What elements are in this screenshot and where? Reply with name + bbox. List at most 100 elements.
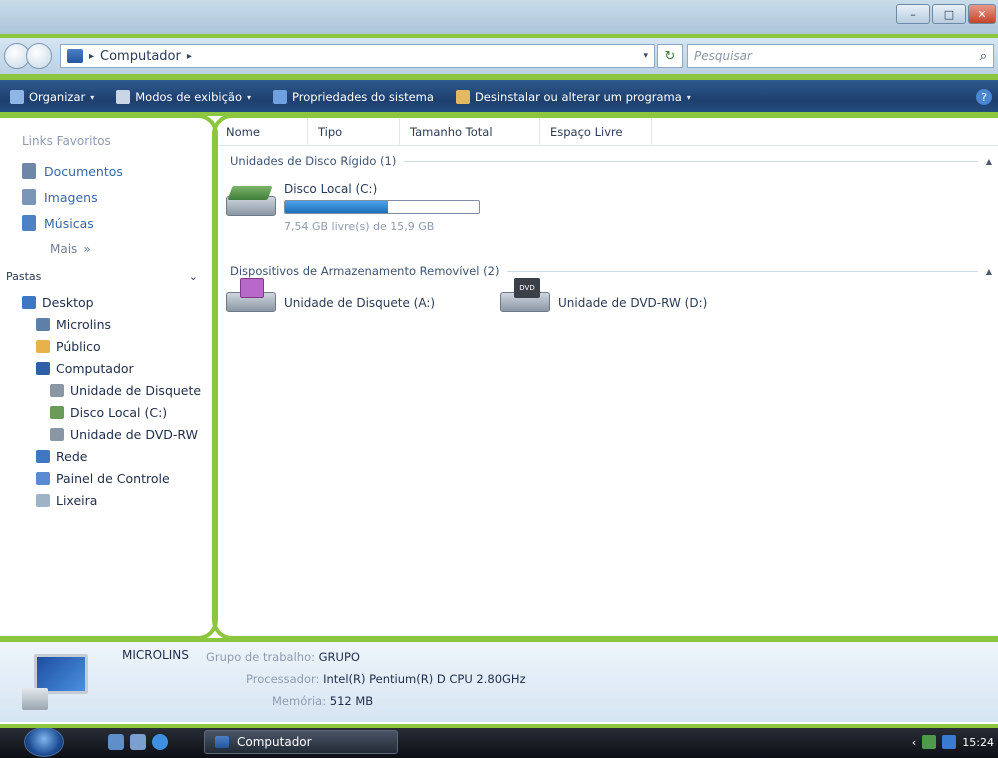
computer-icon (22, 654, 94, 710)
uninstall-icon (455, 90, 470, 104)
views-label: Modos de exibição (135, 90, 242, 104)
column-header-free-space[interactable]: Espaço Livre (540, 118, 652, 145)
memory-label: Memória: (272, 694, 327, 708)
chevron-down-icon: ▾ (686, 92, 691, 102)
column-header-total-size[interactable]: Tamanho Total (400, 118, 540, 145)
breadcrumb-arrow-icon[interactable]: ▸ (89, 51, 94, 62)
collapse-icon[interactable]: ▲ (986, 157, 992, 166)
processor-label: Processador: (246, 672, 320, 686)
organize-icon (10, 90, 24, 104)
free-space-text: 7,54 GB livre(s) de 15,9 GB (284, 220, 435, 233)
address-row: ▸ Computador ▸ ▾ ↻ Pesquisar ⌕ (0, 36, 998, 76)
search-icon[interactable]: ⌕ (980, 49, 987, 64)
organize-button[interactable]: Organizar ▾ (10, 90, 94, 104)
more-links[interactable]: Mais » (50, 242, 202, 256)
switch-windows-icon[interactable] (130, 734, 146, 750)
processor-row: Processador: Intel(R) Pentium(R) D CPU 2… (246, 672, 526, 686)
tree-item-label: Computador (56, 360, 134, 376)
clock[interactable]: 15:24 (962, 736, 994, 749)
tree-item-label: Desktop (42, 294, 94, 310)
group-divider (404, 160, 978, 162)
breadcrumb-computador[interactable]: Computador (100, 49, 181, 64)
floppy-drive-icon (50, 383, 64, 397)
network-icon (36, 449, 50, 463)
tree-item-label: Lixeira (56, 492, 98, 508)
folders-header[interactable]: Pastas ⌄ (6, 270, 202, 283)
tree-item-desktop[interactable]: Desktop (22, 291, 202, 313)
favorite-documentos[interactable]: Documentos (22, 158, 202, 184)
uninstall-program-button[interactable]: Desinstalar ou alterar um programa ▾ (455, 90, 691, 104)
favorite-imagens[interactable]: Imagens (22, 184, 202, 210)
details-pane: MICROLINS Grupo de trabalho: GRUPO Proce… (0, 642, 998, 722)
tree-item-local-disk[interactable]: Disco Local (C:) (22, 401, 202, 423)
tree-item-rede[interactable]: Rede (22, 445, 202, 467)
drive-dvd-d[interactable]: DVD Unidade de DVD-RW (D:) (500, 278, 707, 314)
title-bar: – □ ✕ (0, 0, 998, 36)
refresh-button[interactable]: ↻ (657, 44, 683, 68)
chevron-down-icon: ⌄ (188, 270, 198, 283)
capacity-bar-fill (285, 201, 388, 213)
address-dropdown-icon[interactable]: ▾ (643, 51, 648, 61)
network-tray-icon[interactable] (922, 735, 937, 749)
hard-drive-icon (50, 405, 64, 419)
collapse-icon[interactable]: ▲ (986, 267, 992, 276)
favorite-label: Imagens (44, 189, 98, 205)
documents-icon (22, 163, 36, 179)
column-header-name[interactable]: Nome (216, 118, 308, 145)
hard-drive-icon (226, 182, 276, 218)
views-button[interactable]: Modos de exibição ▾ (116, 90, 251, 104)
tree-item-label: Disco Local (C:) (70, 404, 168, 420)
address-bar[interactable]: ▸ Computador ▸ ▾ (60, 44, 655, 68)
tree-item-publico[interactable]: Público (22, 335, 202, 357)
column-header-type[interactable]: Tipo (308, 118, 400, 145)
tree-item-control-panel[interactable]: Painel de Controle (22, 467, 202, 489)
tree-item-label: Público (56, 338, 101, 354)
group-divider (507, 270, 978, 272)
favorites-title: Links Favoritos (22, 134, 111, 148)
music-icon (22, 215, 36, 231)
minimize-button[interactable]: – (896, 4, 930, 24)
recycle-bin-icon (36, 493, 50, 507)
forward-button[interactable] (26, 43, 52, 69)
file-list-pane: Nome Tipo Tamanho Total Espaço Livre Uni… (216, 118, 998, 638)
more-label: Mais (50, 242, 78, 256)
tree-item-label: Painel de Controle (56, 470, 170, 486)
taskbar-button-label: Computador (237, 735, 312, 749)
views-icon (116, 90, 131, 104)
drive-floppy-a[interactable]: Unidade de Disquete (A:) (226, 278, 435, 314)
internet-explorer-icon[interactable] (152, 734, 168, 750)
tree-item-microlins[interactable]: Microlins (22, 313, 202, 335)
favorite-musicas[interactable]: Músicas (22, 210, 202, 236)
workgroup-row: Grupo de trabalho: GRUPO (206, 650, 360, 664)
navigation-pane: Links Favoritos Documentos Imagens Músic… (0, 118, 212, 638)
group-header-hard-drives[interactable]: Unidades de Disco Rígido (1) ▲ (230, 154, 998, 168)
user-folder-icon (36, 317, 50, 331)
command-toolbar: Organizar ▾ Modos de exibição ▾ Propried… (0, 80, 998, 114)
tree-item-floppy[interactable]: Unidade de Disquete (A:) (22, 379, 202, 401)
tree-item-computador[interactable]: Computador (22, 357, 202, 379)
drive-label: Unidade de Disquete (A:) (284, 296, 436, 310)
taskbar: Computador ‹ 15:24 (0, 726, 998, 758)
search-input[interactable]: Pesquisar ⌕ (687, 44, 994, 68)
show-desktop-icon[interactable] (108, 734, 124, 750)
favorite-label: Documentos (44, 163, 123, 179)
tree-item-dvd[interactable]: Unidade de DVD-RW (D:) (22, 423, 202, 445)
close-button[interactable]: ✕ (968, 4, 996, 24)
tray-expand-icon[interactable]: ‹ (912, 736, 916, 749)
capacity-bar (284, 200, 480, 214)
tree-item-label: Rede (56, 448, 88, 464)
floppy-drive-icon (226, 278, 276, 314)
drive-local-disk-c[interactable]: Disco Local (C:) 7,54 GB livre(s) de 15,… (226, 182, 480, 233)
memory-value: 512 MB (329, 694, 374, 708)
help-icon[interactable]: ? (976, 89, 992, 105)
group-header-removable[interactable]: Dispositivos de Armazenamento Removível … (230, 264, 998, 278)
start-button[interactable] (24, 727, 64, 757)
group-label: Unidades de Disco Rígido (1) (230, 154, 397, 168)
chevron-down-icon: ▾ (90, 92, 95, 102)
system-properties-button[interactable]: Propriedades do sistema (273, 90, 434, 104)
volume-icon[interactable] (942, 735, 957, 749)
maximize-button[interactable]: □ (932, 4, 966, 24)
tree-item-lixeira[interactable]: Lixeira (22, 489, 202, 511)
breadcrumb-arrow-icon[interactable]: ▸ (187, 51, 192, 62)
taskbar-button-computador[interactable]: Computador (204, 730, 398, 754)
